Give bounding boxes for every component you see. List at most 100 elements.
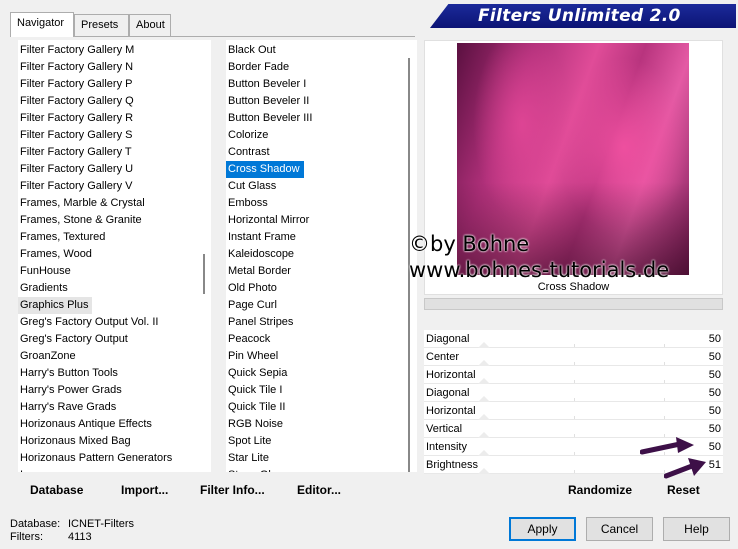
category-list-item[interactable]: Horizonaus Pattern Generators <box>18 450 211 467</box>
param-slider[interactable]: Diagonal 50 <box>424 330 723 348</box>
category-list[interactable]: Filter Factory Gallery M Filter Factory G… <box>18 40 211 472</box>
param-slider[interactable]: Diagonal 50 <box>424 384 723 402</box>
current-filter-name: Cross Shadow <box>537 281 610 293</box>
apply-button-label: Apply <box>527 522 558 536</box>
param-slider[interactable]: Center 50 <box>424 348 723 366</box>
category-list-item-label: Greg's Factory Output Vol. II <box>20 316 159 328</box>
category-list-item[interactable]: Frames, Textured <box>18 229 211 246</box>
filter-list-item-label: Button Beveler I <box>228 78 307 90</box>
filter-list-item[interactable]: Cross Shadow <box>226 161 417 178</box>
filter-list-item[interactable]: Metal Border <box>226 263 417 280</box>
filter-list-item[interactable]: Page Curl <box>226 297 417 314</box>
category-list-item[interactable]: Frames, Stone & Granite <box>18 212 211 229</box>
param-label: Horizontal <box>426 405 476 417</box>
import-button[interactable]: Import... <box>121 483 168 497</box>
category-list-item-label: Filter Factory Gallery U <box>20 163 134 175</box>
filter-list-item-label: Star Lite <box>228 452 269 464</box>
filter-list-item[interactable]: Kaleidoscope <box>226 246 417 263</box>
category-list-item-label: Filter Factory Gallery T <box>20 146 132 158</box>
category-list-item[interactable]: Harry's Button Tools <box>18 365 211 382</box>
watermark-author: ©by Bohne <box>409 232 530 256</box>
category-list-item[interactable]: Harry's Rave Grads <box>18 399 211 416</box>
filter-list-item[interactable]: Instant Frame <box>226 229 417 246</box>
tab-about[interactable]: About <box>129 14 171 36</box>
filter-list-item[interactable]: Quick Sepia <box>226 365 417 382</box>
reset-button[interactable]: Reset <box>667 483 700 497</box>
filter-list-item[interactable]: Contrast <box>226 144 417 161</box>
param-value: 50 <box>708 405 721 417</box>
category-list-item[interactable]: Filter Factory Gallery P <box>18 76 211 93</box>
category-list-item[interactable]: Frames, Wood <box>18 246 211 263</box>
filter-list-item-label: Page Curl <box>228 299 277 311</box>
slider-knob[interactable] <box>478 468 490 474</box>
filter-list-item[interactable]: Cut Glass <box>226 178 417 195</box>
filter-list-item[interactable]: Button Beveler I <box>226 76 417 93</box>
category-list-item[interactable]: Filter Factory Gallery V <box>18 178 211 195</box>
category-list-item-label: Horizonaus Pattern Generators <box>20 452 173 464</box>
param-slider[interactable]: Horizontal 50 <box>424 402 723 420</box>
filter-list-item[interactable]: Emboss <box>226 195 417 212</box>
category-list-item[interactable]: Horizonaus Mixed Bag <box>18 433 211 450</box>
param-label: Diagonal <box>426 387 470 399</box>
filter-info-button-label: Filter Info... <box>200 483 265 497</box>
filter-list-item[interactable]: Spot Lite <box>226 433 417 450</box>
category-list-item[interactable]: I... <box>18 467 211 472</box>
randomize-button[interactable]: Randomize <box>568 483 632 497</box>
category-list-item[interactable]: Greg's Factory Output Vol. II <box>18 314 211 331</box>
filter-list-item[interactable]: Old Photo <box>226 280 417 297</box>
param-slider[interactable]: Horizontal 50 <box>424 366 723 384</box>
filter-list-item[interactable]: Button Beveler III <box>226 110 417 127</box>
filter-list-item-label: Quick Tile II <box>228 401 286 413</box>
filter-list-item[interactable]: Star Lite <box>226 450 417 467</box>
category-list-item[interactable]: Greg's Factory Output <box>18 331 211 348</box>
category-list-item[interactable]: Filter Factory Gallery S <box>18 127 211 144</box>
filter-list-item[interactable]: Quick Tile II <box>226 399 417 416</box>
randomize-button-label: Randomize <box>568 483 633 497</box>
category-list-item[interactable]: Filter Factory Gallery T <box>18 144 211 161</box>
filter-list-item[interactable]: Quick Tile I <box>226 382 417 399</box>
help-button[interactable]: Help <box>663 517 730 541</box>
filter-list-item-label: Cut Glass <box>228 180 277 192</box>
category-list-item[interactable]: FunHouse <box>18 263 211 280</box>
category-list-item[interactable]: Filter Factory Gallery N <box>18 59 211 76</box>
editor-button[interactable]: Editor... <box>297 483 341 497</box>
filter-list-item[interactable]: Colorize <box>226 127 417 144</box>
filter-list-item[interactable]: Peacock <box>226 331 417 348</box>
filter-list-item[interactable]: Pin Wheel <box>226 348 417 365</box>
category-list-item[interactable]: Harry's Power Grads <box>18 382 211 399</box>
filter-list-item[interactable]: Black Out <box>226 42 417 59</box>
filter-list[interactable]: Black Out Border Fade Button Beveler I Butt… <box>226 40 417 472</box>
category-list-item[interactable]: Horizonaus Antique Effects <box>18 416 211 433</box>
param-label: Horizontal <box>426 369 476 381</box>
category-list-item[interactable]: Gradients <box>18 280 211 297</box>
category-list-item-label: Filter Factory Gallery M <box>20 44 135 56</box>
filter-list-item[interactable]: Panel Stripes <box>226 314 417 331</box>
tab-presets-label: Presets <box>81 19 119 31</box>
database-button[interactable]: Database <box>30 483 83 497</box>
category-list-item[interactable]: GroanZone <box>18 348 211 365</box>
category-list-item-label: Frames, Stone & Granite <box>20 214 142 226</box>
category-list-item-label: I... <box>18 467 32 472</box>
category-list-item[interactable]: Graphics Plus <box>18 297 211 314</box>
category-list-item-label: FunHouse <box>20 265 71 277</box>
category-list-item-label: Frames, Wood <box>20 248 92 260</box>
arrow-pointer-icon <box>664 458 706 479</box>
param-value: 50 <box>708 423 721 435</box>
category-list-item[interactable]: Filter Factory Gallery M <box>18 42 211 59</box>
category-list-item[interactable]: Frames, Marble & Crystal <box>18 195 211 212</box>
cancel-button[interactable]: Cancel <box>586 517 653 541</box>
category-scrollbar-thumb[interactable] <box>203 254 205 294</box>
filter-list-item[interactable]: Border Fade <box>226 59 417 76</box>
tab-presets[interactable]: Presets <box>74 14 129 36</box>
filter-list-item[interactable]: Stone Glass <box>226 467 417 472</box>
filter-list-item[interactable]: RGB Noise <box>226 416 417 433</box>
category-list-item[interactable]: Filter Factory Gallery U <box>18 161 211 178</box>
filter-info-button[interactable]: Filter Info... <box>200 483 265 497</box>
category-list-item[interactable]: Filter Factory Gallery Q <box>18 93 211 110</box>
tab-navigator[interactable]: Navigator <box>10 12 74 37</box>
filter-list-item[interactable]: Button Beveler II <box>226 93 417 110</box>
category-list-item[interactable]: Filter Factory Gallery R <box>18 110 211 127</box>
apply-button[interactable]: Apply <box>509 517 576 541</box>
param-value: 50 <box>708 441 721 453</box>
filter-list-item[interactable]: Horizontal Mirror <box>226 212 417 229</box>
